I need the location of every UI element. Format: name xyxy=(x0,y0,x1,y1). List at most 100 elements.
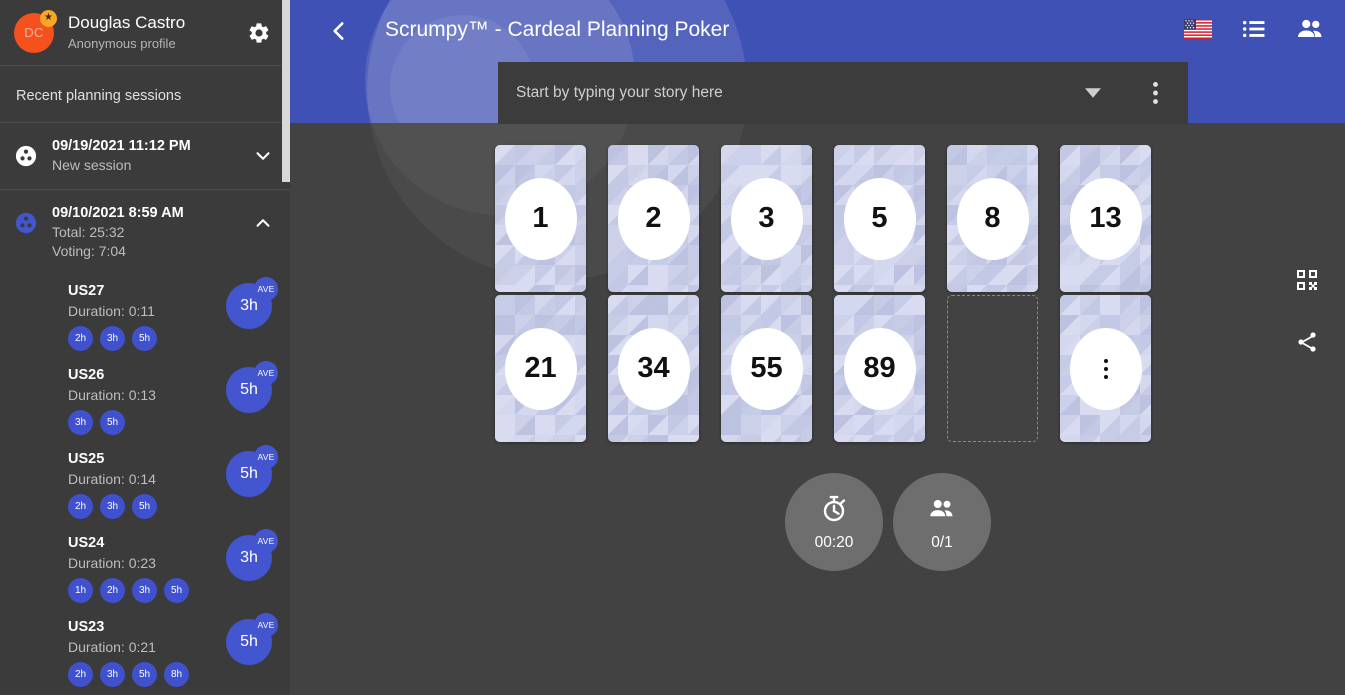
vote-chip: 5h xyxy=(132,494,157,519)
vote-chip: 5h xyxy=(100,410,125,435)
card-value: 34 xyxy=(617,327,690,410)
average-badge: 5h AVE xyxy=(226,613,278,665)
gear-icon[interactable] xyxy=(242,16,276,50)
session-icon xyxy=(0,204,52,234)
status-row: 00:20 0/1 xyxy=(785,473,991,571)
poker-card[interactable]: 2 xyxy=(608,145,699,292)
participants-value: 0/1 xyxy=(931,533,953,551)
poker-card[interactable]: 89 xyxy=(834,295,925,442)
session-voting: Voting: 7:04 xyxy=(52,243,126,259)
vote-chip: 2h xyxy=(68,494,93,519)
right-rail xyxy=(1268,246,1345,362)
session-header[interactable]: 09/19/2021 11:12 PM New session xyxy=(0,123,290,189)
back-button[interactable] xyxy=(322,14,356,48)
main-content: 1 2 3 5 8 13 21 34 55 89 00:20 0/1 xyxy=(290,123,1345,695)
share-icon[interactable] xyxy=(1287,322,1327,362)
vote-chip: 2h xyxy=(68,326,93,351)
session-total: Total: 25:32 xyxy=(52,224,125,240)
story-row[interactable]: US23 Duration: 0:21 2h 3h 5h 8h 5h AVE xyxy=(0,611,290,695)
profile-subtitle: Anonymous profile xyxy=(68,36,176,51)
card-value: 5 xyxy=(843,177,916,260)
vote-chip-group: 2h 3h 5h xyxy=(68,494,278,519)
app-root: DC ★ Douglas Castro Anonymous profile Re… xyxy=(0,0,1345,695)
poker-card[interactable]: 21 xyxy=(495,295,586,442)
session-header[interactable]: 09/10/2021 8:59 AM Total: 25:32 Voting: … xyxy=(0,190,290,275)
participants-button[interactable]: 0/1 xyxy=(893,473,991,571)
timer-button[interactable]: 00:20 xyxy=(785,473,883,571)
more-vert-icon[interactable] xyxy=(1122,62,1188,124)
page-title: Scrumpy™ - Cardeal Planning Poker xyxy=(385,18,730,41)
card-value: 13 xyxy=(1069,177,1142,260)
vote-chip-group: 2h 3h 5h 8h xyxy=(68,662,278,687)
story-input-bar xyxy=(498,62,1188,124)
vote-chip: 3h xyxy=(100,326,125,351)
story-row[interactable]: US26 Duration: 0:13 3h 5h 5h AVE xyxy=(0,359,290,443)
profile-text: Douglas Castro Anonymous profile xyxy=(68,13,242,52)
story-input-container xyxy=(498,62,1122,124)
vote-chip-group: 2h 3h 5h xyxy=(68,326,278,351)
session-subtitle: New session xyxy=(52,157,132,173)
vote-chip: 3h xyxy=(132,578,157,603)
timer-value: 00:20 xyxy=(814,533,854,551)
language-flag-icon[interactable] xyxy=(1181,12,1215,46)
chevron-down-icon[interactable] xyxy=(248,137,278,167)
vote-chip: 2h xyxy=(100,578,125,603)
vote-chip-group: 3h 5h xyxy=(68,410,278,435)
chevron-down-icon[interactable] xyxy=(1082,82,1104,104)
vote-chip-group: 1h 2h 3h 5h xyxy=(68,578,278,603)
average-label: AVE xyxy=(254,613,278,637)
vote-chip: 8h xyxy=(164,662,189,687)
sidebar: DC ★ Douglas Castro Anonymous profile Re… xyxy=(0,0,290,695)
average-badge: 5h AVE xyxy=(226,445,278,497)
card-value: 1 xyxy=(504,177,577,260)
qr-code-icon[interactable] xyxy=(1287,260,1327,300)
sidebar-scrollbar[interactable] xyxy=(282,0,290,695)
poker-card[interactable]: 34 xyxy=(608,295,699,442)
star-icon: ★ xyxy=(40,9,57,27)
chevron-up-icon[interactable] xyxy=(248,204,278,234)
more-cards-card[interactable] xyxy=(1060,295,1151,442)
scrollbar-thumb[interactable] xyxy=(282,0,290,182)
poker-card[interactable]: 13 xyxy=(1060,145,1151,292)
more-vert-icon xyxy=(1069,327,1142,410)
story-row[interactable]: US24 Duration: 0:23 1h 2h 3h 5h 3h AVE xyxy=(0,527,290,611)
stopwatch-icon xyxy=(819,494,849,529)
avatar[interactable]: DC ★ xyxy=(14,9,57,53)
header-icon-group xyxy=(1181,12,1327,46)
search-input[interactable] xyxy=(516,84,1082,102)
list-icon[interactable] xyxy=(1237,12,1271,46)
average-badge: 3h AVE xyxy=(226,277,278,329)
story-row[interactable]: US27 Duration: 0:11 2h 3h 5h 3h AVE xyxy=(0,275,290,359)
empty-card-slot[interactable] xyxy=(947,295,1038,442)
vote-chip: 5h xyxy=(164,578,189,603)
vote-chip: 3h xyxy=(100,494,125,519)
people-icon xyxy=(927,494,957,529)
session-date: 09/10/2021 8:59 AM xyxy=(52,205,184,221)
average-label: AVE xyxy=(254,445,278,469)
average-badge: 3h AVE xyxy=(226,529,278,581)
story-list: US27 Duration: 0:11 2h 3h 5h 3h AVE US26 Duratio… xyxy=(0,275,290,695)
average-label: AVE xyxy=(254,529,278,553)
poker-card[interactable]: 8 xyxy=(947,145,1038,292)
average-badge: 5h AVE xyxy=(226,361,278,413)
session-body: 09/19/2021 11:12 PM New session xyxy=(52,137,248,175)
poker-card[interactable]: 55 xyxy=(721,295,812,442)
poker-card[interactable]: 3 xyxy=(721,145,812,292)
average-label: AVE xyxy=(254,277,278,301)
poker-card[interactable]: 1 xyxy=(495,145,586,292)
session-date: 09/19/2021 11:12 PM xyxy=(52,138,191,154)
main-area: Scrumpy™ - Cardeal Planning Poker Start … xyxy=(290,0,1345,695)
people-icon[interactable] xyxy=(1293,12,1327,46)
profile-name: Douglas Castro xyxy=(68,13,186,32)
card-value: 89 xyxy=(843,327,916,410)
session-body: 09/10/2021 8:59 AM Total: 25:32 Voting: … xyxy=(52,204,248,261)
card-value: 3 xyxy=(730,177,803,260)
story-row[interactable]: US25 Duration: 0:14 2h 3h 5h 5h AVE xyxy=(0,443,290,527)
card-value: 21 xyxy=(504,327,577,410)
poker-card[interactable]: 5 xyxy=(834,145,925,292)
vote-chip: 3h xyxy=(100,662,125,687)
session-item: 09/10/2021 8:59 AM Total: 25:32 Voting: … xyxy=(0,189,290,695)
card-value: 8 xyxy=(956,177,1029,260)
vote-chip: 2h xyxy=(68,662,93,687)
card-deck: 1 2 3 5 8 13 21 34 55 89 xyxy=(495,145,1151,442)
